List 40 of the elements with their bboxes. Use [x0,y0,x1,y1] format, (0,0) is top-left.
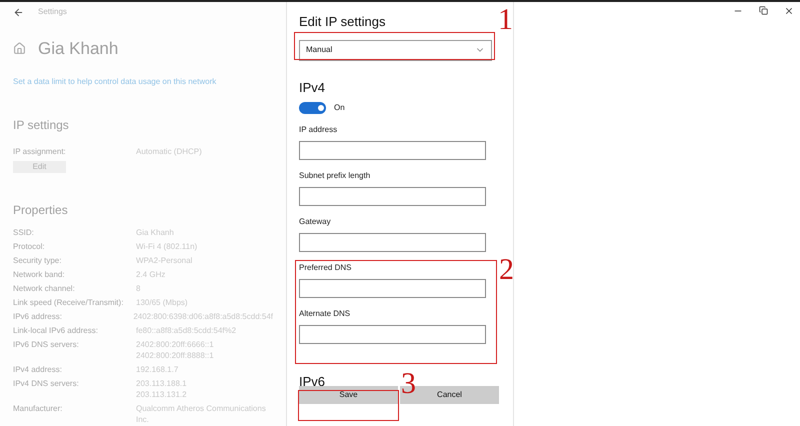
dialog-button[interactable]: Save [299,386,398,404]
close-icon[interactable] [784,6,794,16]
section-heading: IPv4 [299,78,326,96]
property-label: Security type: [13,254,62,266]
toggle-switch[interactable] [299,102,326,114]
property-label: IPv6 address: [13,310,63,322]
mode-dropdown[interactable]: Manual [299,40,492,60]
window-title: Settings [38,6,67,18]
input-field[interactable] [299,141,486,160]
annotation-number: 1 [498,4,513,36]
restore-icon[interactable] [759,6,768,15]
property-label: IPv6 DNS servers: [13,338,80,350]
property-label: IPv4 DNS servers: [13,378,80,390]
toggle-label: On [334,102,345,114]
dialog-title: Edit IP settings [299,13,386,31]
home-icon[interactable] [13,42,26,56]
property-label: Protocol: [13,240,46,252]
property-label: IPv4 address: [13,364,63,374]
input-field[interactable] [299,325,486,344]
input-field[interactable] [299,233,486,252]
annotation-number: 2 [499,254,514,286]
field-label: Subnet prefix length [299,171,372,181]
property-label: Link speed (Receive/Transmit): [13,296,124,308]
section-heading: IP settings [13,116,70,134]
back-icon[interactable] [13,6,24,18]
input-field[interactable] [299,279,486,298]
property-label: Network band: [13,268,66,280]
page-title: Gia Khanh [38,38,118,60]
property-label: Manufacturer: [13,402,64,414]
property-label: IP assignment: [13,146,67,158]
section-heading: Properties [13,202,69,218]
field-label: IP address [299,125,338,135]
field-label: Preferred DNS [299,263,352,273]
input-field[interactable] [299,187,486,206]
property-label: Network channel: [13,282,76,294]
property-label: SSID: [13,226,35,238]
field-label: Gateway [299,217,332,227]
property-label: Link-local IPv6 address: [13,324,99,336]
field-label: Alternate DNS [299,309,352,319]
section-heading: IPv6 [299,376,326,388]
